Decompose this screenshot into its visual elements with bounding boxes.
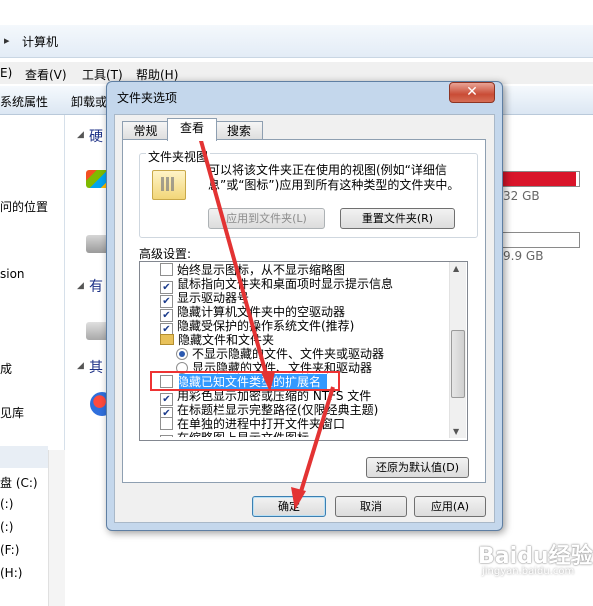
annotation-arrows — [196, 129, 335, 510]
tab-view[interactable]: 查看 — [167, 118, 217, 141]
baidu-watermark-url: jingyan.baidu.com — [482, 566, 575, 577]
annotation-arrow-head — [261, 372, 275, 392]
annotation-arrow-line — [297, 386, 335, 499]
annotation-arrow-head — [291, 487, 306, 510]
annotation-arrow-line — [196, 129, 270, 382]
